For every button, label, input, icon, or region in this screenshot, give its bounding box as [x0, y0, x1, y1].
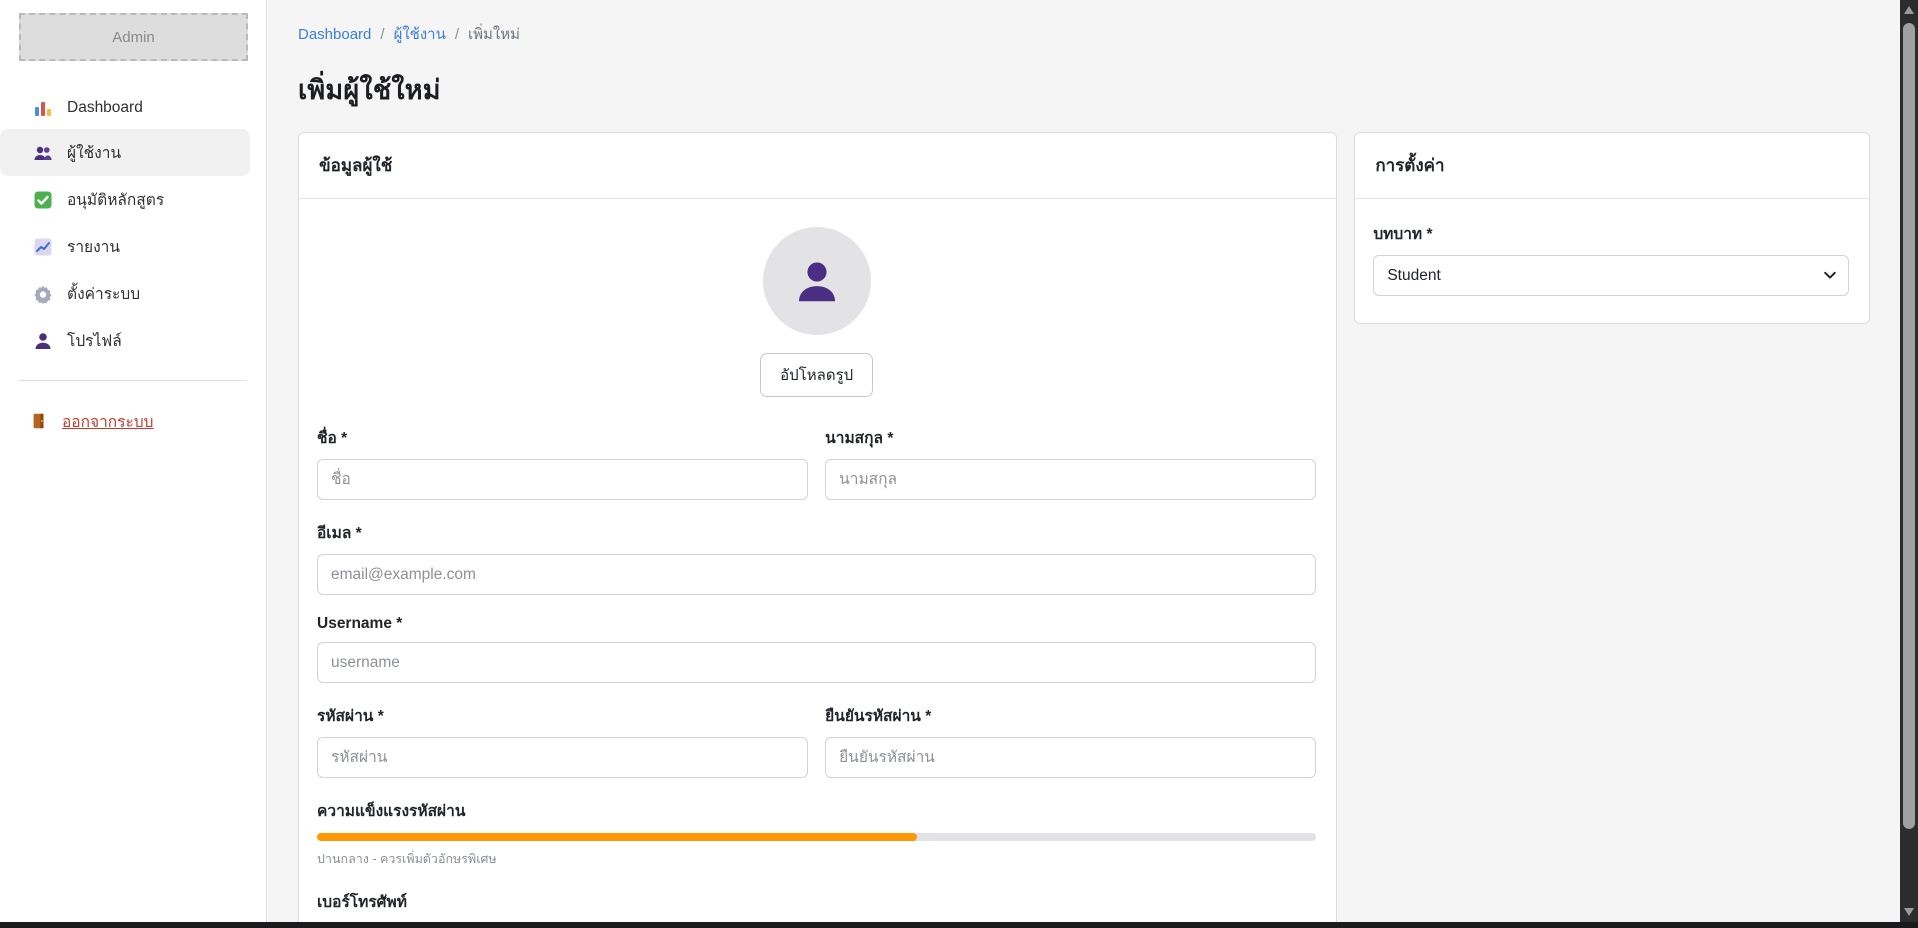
first-name-group: ชื่อ * — [317, 425, 808, 500]
first-name-label: ชื่อ * — [317, 425, 808, 450]
logout-label: ออกจากระบบ — [62, 409, 154, 434]
last-name-label: นามสกุล * — [825, 425, 1316, 450]
first-name-input[interactable] — [317, 459, 808, 500]
breadcrumb: Dashboard / ผู้ใช้งาน / เพิ่มใหม่ — [298, 22, 1870, 46]
required-mark: * — [1426, 226, 1432, 243]
sidebar-nav: Dashboard ผู้ใช้งาน อนุมัติหลักสูตร รายง… — [0, 87, 266, 364]
role-select[interactable]: Student — [1373, 255, 1849, 296]
user-info-card: ข้อมูลผู้ใช้ อัปโหลดรูป ชื่อ — [298, 132, 1337, 922]
upload-photo-button[interactable]: อัปโหลดรูป — [760, 353, 873, 397]
email-label: อีเมล * — [317, 520, 1316, 545]
logout-button[interactable]: ออกจากระบบ — [0, 399, 266, 444]
user-info-card-title: ข้อมูลผู้ใช้ — [299, 133, 1336, 199]
users-icon — [33, 143, 53, 163]
gear-icon — [33, 284, 53, 304]
sidebar-item-label: Dashboard — [67, 99, 143, 117]
password-strength-track — [317, 833, 1316, 841]
breadcrumb-dashboard[interactable]: Dashboard — [298, 26, 371, 43]
scrollbar-up-arrow[interactable] — [1900, 0, 1918, 20]
sidebar-item-label: ตั้งค่าระบบ — [67, 281, 140, 306]
breadcrumb-users[interactable]: ผู้ใช้งาน — [394, 22, 446, 46]
confirm-password-input[interactable] — [825, 737, 1316, 778]
user-info-card-body: อัปโหลดรูป ชื่อ * — [299, 199, 1336, 922]
phone-group: เบอร์โทรศัพท์ — [317, 889, 1316, 922]
settings-card: การตั้งค่า บทบาท * Student — [1354, 132, 1870, 324]
password-strength-hint: ปานกลาง - ควรเพิ่มตัวอักษรพิเศษ — [317, 849, 1316, 869]
sidebar-item-system-settings[interactable]: ตั้งค่าระบบ — [0, 270, 266, 317]
settings-card-title: การตั้งค่า — [1355, 133, 1869, 199]
username-label: Username * — [317, 615, 1316, 633]
sidebar-item-course-approval[interactable]: อนุมัติหลักสูตร — [0, 176, 266, 223]
required-mark: * — [396, 615, 402, 632]
password-strength-fill — [317, 833, 917, 841]
page-title: เพิ่มผู้ใช้ใหม่ — [298, 68, 1870, 111]
sidebar-item-reports[interactable]: รายงาน — [0, 223, 266, 270]
admin-logo: Admin — [19, 13, 248, 61]
sidebar-item-label: รายงาน — [67, 234, 120, 259]
required-mark: * — [356, 525, 362, 542]
avatar — [763, 227, 871, 335]
password-label: รหัสผ่าน * — [317, 703, 808, 728]
role-label: บทบาท * — [1373, 221, 1849, 246]
trend-chart-icon — [33, 237, 53, 257]
last-name-input[interactable] — [825, 459, 1316, 500]
email-group: อีเมล * — [317, 520, 1316, 595]
breadcrumb-separator: / — [380, 26, 384, 43]
required-mark: * — [341, 430, 347, 447]
sidebar-item-label: โปรไฟล์ — [67, 328, 122, 353]
sidebar: Admin Dashboard ผู้ใช้งาน อนุมัติหลักสูต… — [0, 0, 267, 922]
required-mark: * — [378, 708, 384, 725]
sidebar-item-users[interactable]: ผู้ใช้งาน — [0, 129, 250, 176]
user-form: ชื่อ * นามสกุล * — [317, 425, 1316, 922]
email-input[interactable] — [317, 554, 1316, 595]
scrollbar-down-arrow[interactable] — [1900, 902, 1918, 922]
admin-logo-label: Admin — [112, 29, 155, 46]
username-group: Username * — [317, 615, 1316, 683]
phone-label: เบอร์โทรศัพท์ — [317, 889, 1316, 914]
required-mark: * — [887, 430, 893, 447]
required-mark: * — [925, 708, 931, 725]
door-icon — [30, 412, 50, 432]
avatar-section: อัปโหลดรูป — [317, 221, 1316, 403]
username-input[interactable] — [317, 642, 1316, 683]
avatar-person-icon — [790, 254, 844, 308]
sidebar-item-label: ผู้ใช้งาน — [67, 140, 121, 165]
sidebar-item-label: อนุมัติหลักสูตร — [67, 187, 164, 212]
app-window: Admin Dashboard ผู้ใช้งาน อนุมัติหลักสูต… — [0, 0, 1918, 928]
scrollbar-thumb[interactable] — [1903, 23, 1915, 829]
password-strength-group: ความแข็งแรงรหัสผ่าน ปานกลาง - ควรเพิ่มตั… — [317, 798, 1316, 869]
last-name-group: นามสกุล * — [825, 425, 1316, 500]
sidebar-divider — [19, 380, 247, 381]
cards-row: ข้อมูลผู้ใช้ อัปโหลดรูป ชื่อ — [298, 132, 1870, 922]
password-group: รหัสผ่าน * — [317, 703, 808, 778]
dashboard-icon — [33, 98, 53, 118]
sidebar-item-profile[interactable]: โปรไฟล์ — [0, 317, 266, 364]
role-select-wrap: Student — [1373, 255, 1849, 296]
breadcrumb-current: เพิ่มใหม่ — [468, 22, 520, 46]
check-icon — [33, 190, 53, 210]
sidebar-item-dashboard[interactable]: Dashboard — [0, 87, 266, 129]
window-bottom-edge — [0, 922, 1918, 928]
password-input[interactable] — [317, 737, 808, 778]
main-content: Dashboard / ผู้ใช้งาน / เพิ่มใหม่ เพิ่มผ… — [268, 0, 1900, 922]
breadcrumb-separator: / — [455, 26, 459, 43]
vertical-scrollbar[interactable] — [1900, 0, 1918, 922]
password-strength-label: ความแข็งแรงรหัสผ่าน — [317, 798, 1316, 823]
person-icon — [33, 331, 53, 351]
settings-card-body: บทบาท * Student — [1355, 199, 1869, 323]
confirm-password-group: ยืนยันรหัสผ่าน * — [825, 703, 1316, 778]
confirm-password-label: ยืนยันรหัสผ่าน * — [825, 703, 1316, 728]
